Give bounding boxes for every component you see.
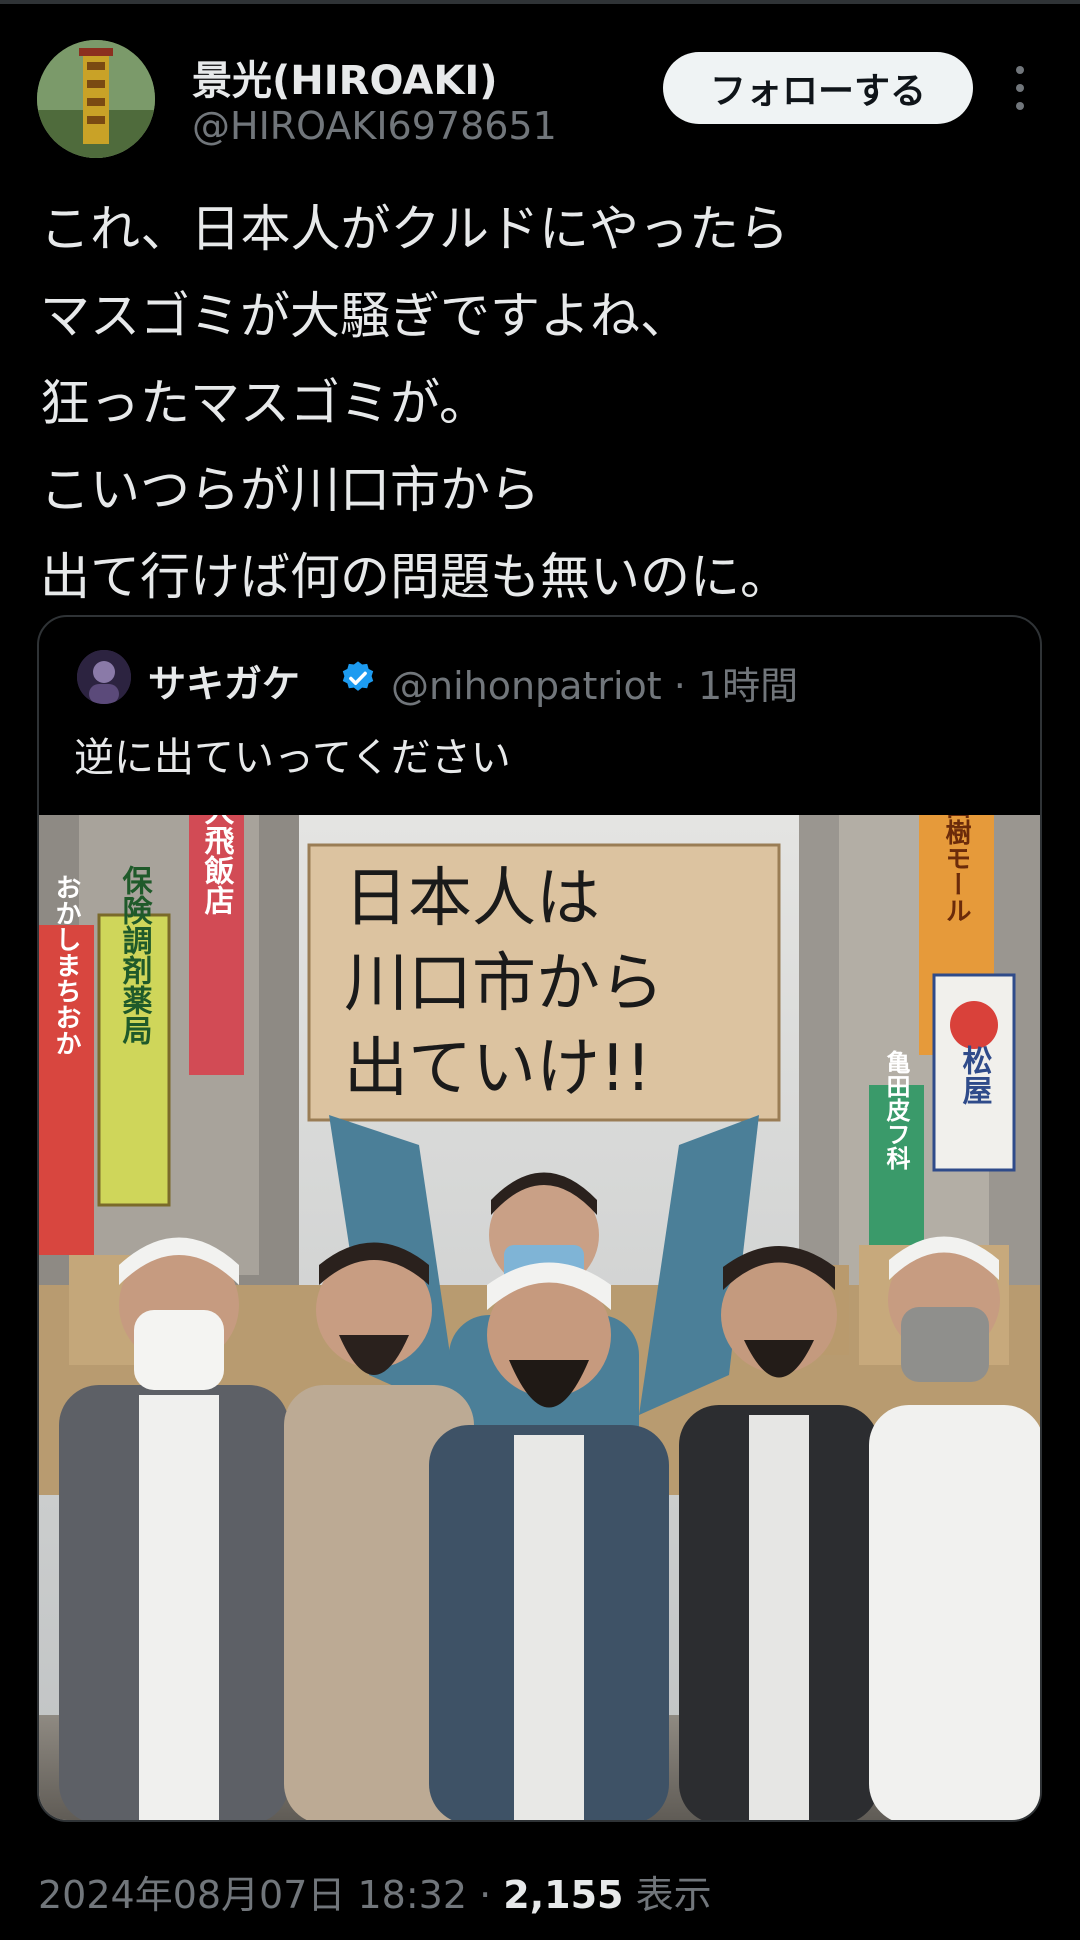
- post-text-line: 出て行けば何の問題も無いのに。: [40, 548, 790, 606]
- more-vertical-icon-dot: [1016, 84, 1024, 92]
- quote-image[interactable]: 保険調剤薬局 おかしまちおか 大飛飯店 川口樹モール 松屋 亀田皮フ科 日本人は…: [39, 815, 1042, 1822]
- more-options-button[interactable]: [1000, 66, 1040, 110]
- author-handle[interactable]: @HIROAKI6978651: [192, 104, 557, 148]
- footer-separator: ·: [479, 1873, 492, 1917]
- quote-author-avatar: [77, 650, 131, 704]
- shop-sign-text: 川口樹モール: [941, 815, 971, 923]
- shop-sign-text: 保険調剤薬局: [117, 865, 154, 1045]
- views-label: 表示: [635, 1873, 712, 1917]
- post-text-line: こいつらが川口市から: [40, 461, 540, 519]
- more-vertical-icon: [1016, 66, 1024, 74]
- post-text-line: これ、日本人がクルドにやったら: [40, 200, 789, 258]
- quoted-post-card[interactable]: サキガケ @nihonpatriot · 1時間 逆に出ていってください 保険調…: [37, 615, 1042, 1822]
- protest-sign-line: 川口市から: [344, 947, 664, 1021]
- protest-sign-line: 日本人は: [344, 862, 600, 936]
- follow-button[interactable]: フォローする: [663, 52, 973, 124]
- shop-sign-text: 亀田皮フ科: [882, 1049, 910, 1170]
- shop-sign-text: 松屋: [957, 1045, 993, 1105]
- shop-sign-text: 大飛飯店: [199, 815, 235, 916]
- quote-meta: @nihonpatriot · 1時間: [391, 655, 798, 710]
- meta-separator: ·: [673, 664, 686, 708]
- author-display-name[interactable]: 景光(HIROAKI): [192, 48, 498, 106]
- shop-sign: 松屋: [932, 973, 1016, 1172]
- quote-time: 1時間: [697, 664, 799, 708]
- quote-author-handle: @nihonpatriot: [391, 664, 662, 708]
- post-text-line: 狂ったマスゴミが。: [40, 374, 489, 432]
- verified-badge-icon: [342, 661, 374, 691]
- tower-avatar-icon: [37, 40, 155, 158]
- quote-text: 逆に出ていってください: [74, 735, 511, 781]
- protest-sign-line: 出ていけ!!: [344, 1032, 651, 1106]
- post-text: これ、日本人がクルドにやったら マスゴミが大騒ぎですよね、 狂ったマスゴミが。 …: [40, 186, 1040, 621]
- shop-sign: 大飛飯店: [189, 815, 244, 1075]
- author-avatar[interactable]: [37, 40, 155, 158]
- shop-sign: 保険調剤薬局: [97, 865, 171, 1207]
- quote-avatar-image: [77, 650, 131, 704]
- quote-author-name: サキガケ: [148, 662, 301, 706]
- post-text-line: マスゴミが大騒ぎですよね、: [40, 287, 690, 345]
- more-vertical-icon-dot: [1016, 102, 1024, 110]
- top-divider: [0, 0, 1080, 4]
- post-footer: 2024年08月07日 18:32 · 2,155 表示: [38, 1864, 712, 1919]
- shop-sign: おかしまちおか: [39, 874, 94, 1255]
- post-timestamp[interactable]: 2024年08月07日 18:32: [38, 1873, 467, 1917]
- shop-sign-text: おかしまちおか: [51, 874, 81, 1056]
- views-count: 2,155: [503, 1873, 624, 1917]
- protest-sign: 日本人は 川口市から 出ていけ!!: [307, 843, 781, 1122]
